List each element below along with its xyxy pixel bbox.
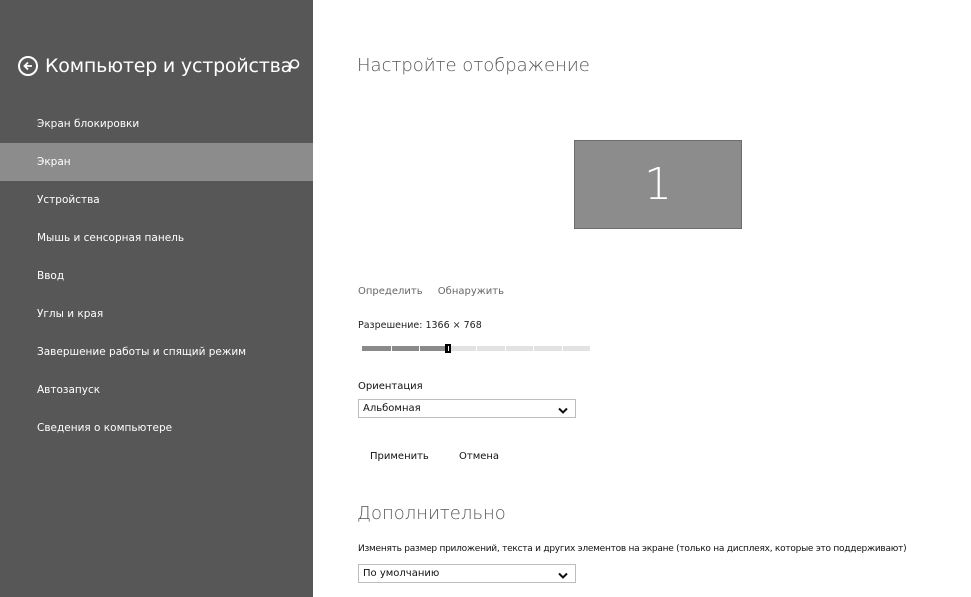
sidebar-item-lock-screen[interactable]: Экран блокировки	[0, 105, 313, 143]
display-links: Определить Обнаружить	[358, 286, 516, 297]
main-panel: Настройте отображение 1 Определить Обнар…	[313, 0, 971, 597]
monitor-display-tile[interactable]: 1	[574, 140, 742, 229]
sidebar-item-label: Экран блокировки	[37, 118, 140, 130]
sidebar: Компьютер и устройства Экран блокировки …	[0, 0, 313, 597]
orientation-label: Ориентация	[358, 381, 423, 392]
slider-tick	[504, 346, 506, 351]
resolution-slider[interactable]	[362, 344, 590, 353]
sidebar-item-label: Сведения о компьютере	[37, 422, 173, 434]
sidebar-item-label: Мышь и сенсорная панель	[37, 232, 185, 244]
sidebar-title: Компьютер и устройства	[45, 55, 293, 77]
sidebar-item-label: Углы и края	[37, 308, 104, 320]
slider-tick	[533, 346, 534, 351]
resolution-label: Разрешение: 1366 × 768	[358, 320, 482, 331]
sidebar-item-label: Автозапуск	[37, 384, 101, 396]
sidebar-item-label: Завершение работы и спящий режим	[37, 346, 247, 358]
apply-button[interactable]: Применить	[370, 451, 429, 462]
slider-tick	[447, 346, 449, 351]
monitor-number: 1	[644, 159, 672, 210]
advanced-section-title: Дополнительно	[357, 503, 506, 524]
sidebar-item-label: Ввод	[37, 270, 65, 282]
slider-fill	[362, 346, 448, 351]
search-icon[interactable]	[285, 58, 301, 74]
sidebar-item-power-sleep[interactable]: Завершение работы и спящий режим	[0, 333, 313, 371]
scale-select[interactable]: По умолчанию	[358, 564, 576, 583]
sidebar-item-mouse-touchpad[interactable]: Мышь и сенсорная панель	[0, 219, 313, 257]
scale-value: По умолчанию	[363, 568, 440, 579]
sidebar-item-typing[interactable]: Ввод	[0, 257, 313, 295]
chevron-down-icon	[558, 569, 568, 579]
cancel-button[interactable]: Отмена	[459, 451, 499, 462]
chevron-down-icon	[558, 404, 568, 414]
back-arrow-icon[interactable]	[18, 56, 38, 76]
slider-tick	[476, 346, 477, 351]
sidebar-item-label: Экран	[37, 156, 71, 168]
slider-tick	[390, 346, 392, 351]
scale-description: Изменять размер приложений, текста и дру…	[358, 544, 907, 554]
sidebar-item-pc-info[interactable]: Сведения о компьютере	[0, 409, 313, 447]
sidebar-item-display[interactable]: Экран	[0, 143, 313, 181]
sidebar-item-corners-edges[interactable]: Углы и края	[0, 295, 313, 333]
sidebar-header: Компьютер и устройства	[18, 50, 292, 82]
sidebar-item-devices[interactable]: Устройства	[0, 181, 313, 219]
sidebar-nav: Экран блокировки Экран Устройства Мышь и…	[0, 105, 313, 447]
slider-tick	[561, 346, 563, 351]
orientation-select[interactable]: Альбомная	[358, 399, 576, 418]
page-title: Настройте отображение	[357, 55, 590, 76]
identify-link[interactable]: Определить	[358, 286, 423, 297]
sidebar-item-label: Устройства	[37, 194, 100, 206]
sidebar-item-autoplay[interactable]: Автозапуск	[0, 371, 313, 409]
orientation-value: Альбомная	[363, 403, 421, 414]
slider-tick	[419, 346, 420, 351]
detect-link[interactable]: Обнаружить	[438, 286, 504, 297]
